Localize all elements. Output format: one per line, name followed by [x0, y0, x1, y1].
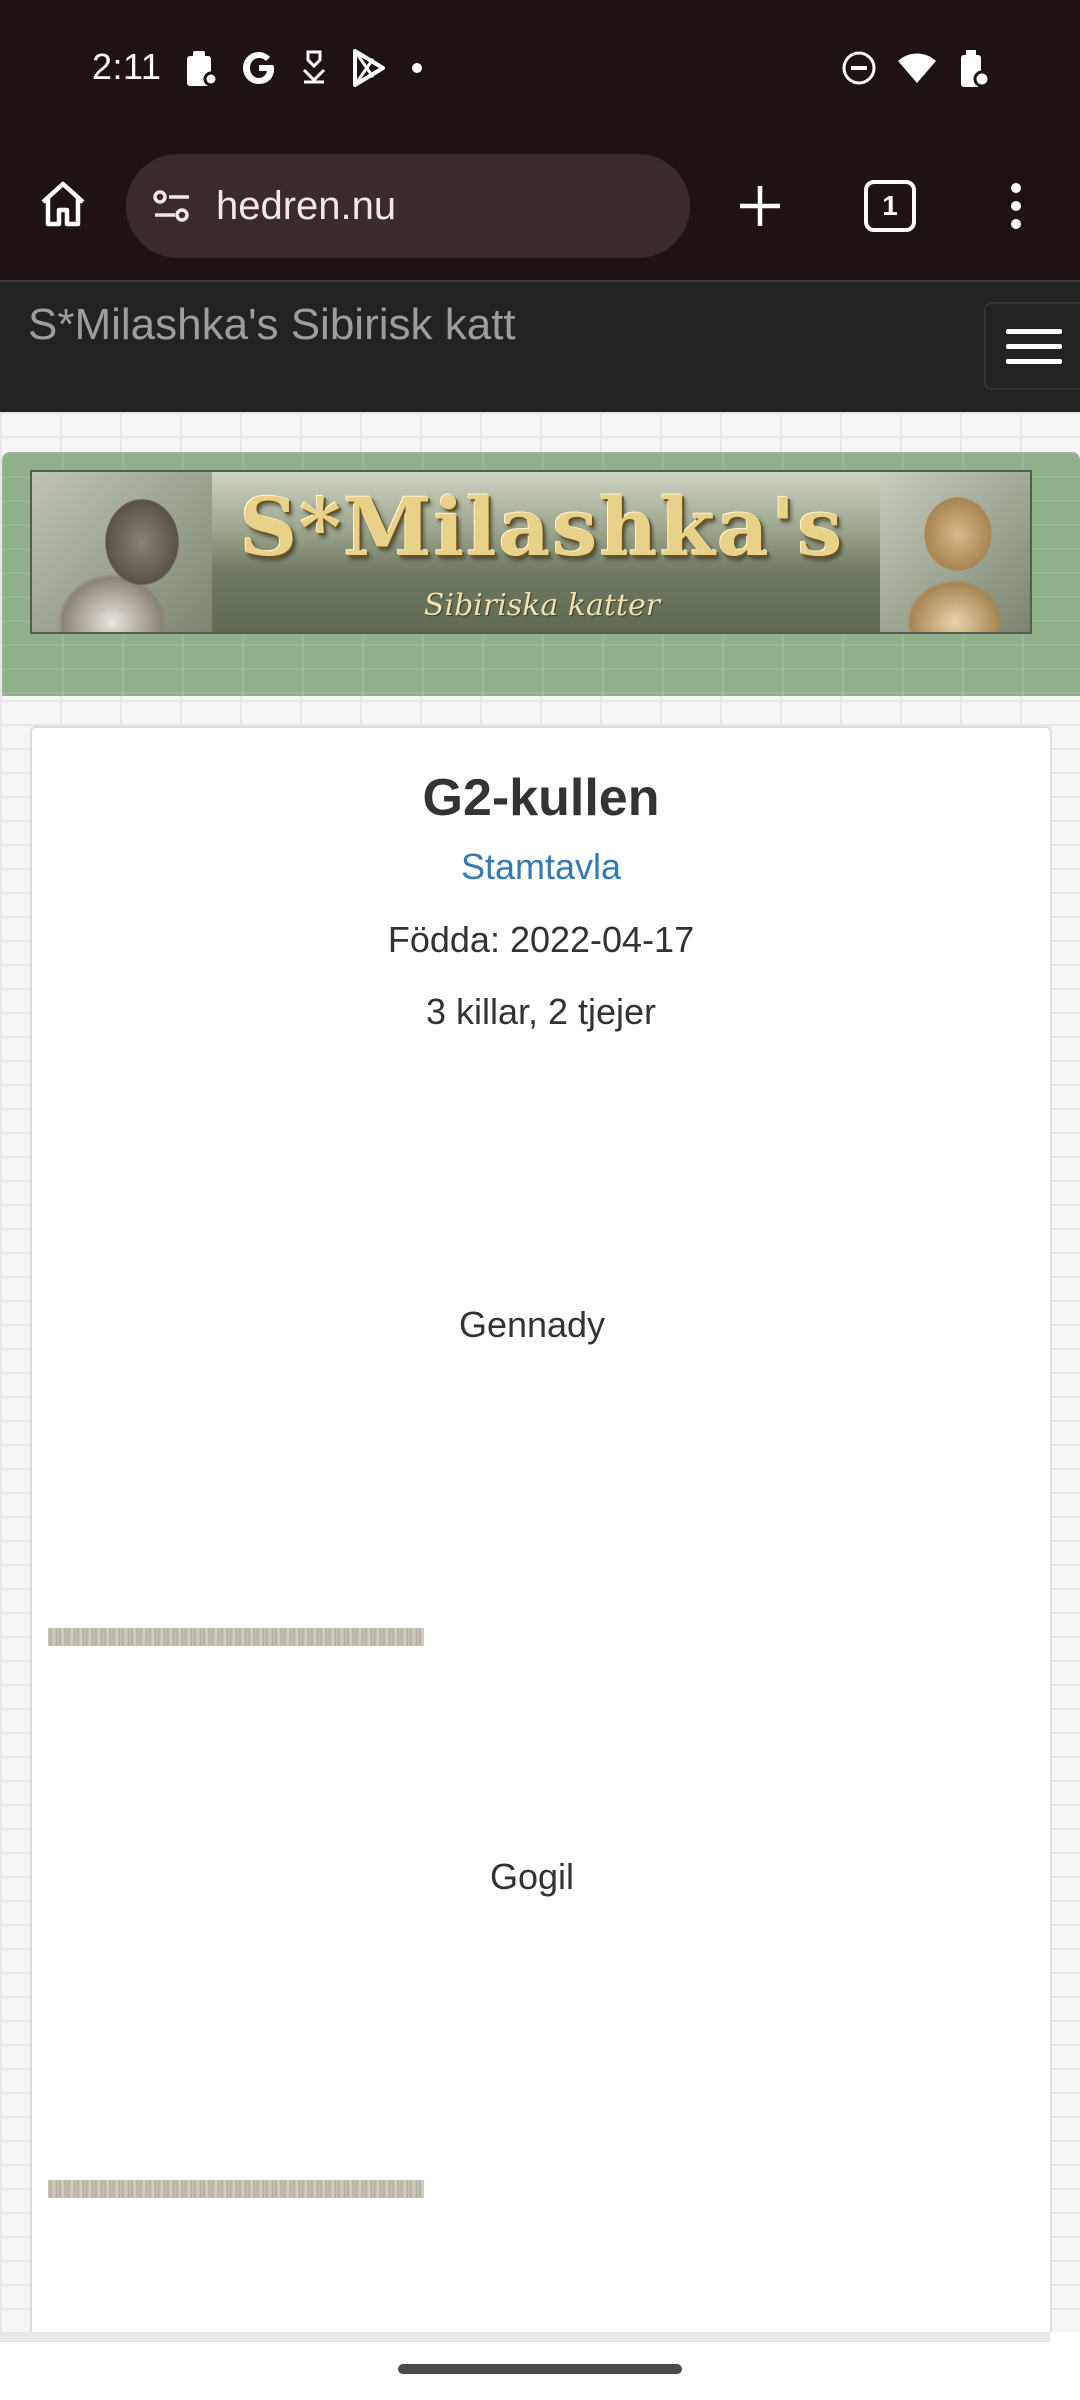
hamburger-line: [1006, 328, 1062, 334]
hamburger-line: [1006, 343, 1062, 349]
play-store-icon: [350, 48, 388, 88]
more-vert-icon: [1011, 183, 1021, 229]
site-settings-icon[interactable]: [148, 182, 196, 230]
url-text: hedren.nu: [216, 183, 397, 228]
status-bar: 2:11: [0, 0, 1080, 140]
site-brand-link[interactable]: S*Milashka's Sibirisk katt: [28, 300, 516, 350]
gesture-handle[interactable]: [398, 2364, 682, 2374]
new-tab-button[interactable]: [730, 176, 790, 236]
birth-date-text: Födda: 2022-04-17: [387, 919, 695, 960]
address-bar[interactable]: hedren.nu: [126, 154, 690, 258]
clipboard-icon: [184, 48, 218, 88]
navigation-bar: [0, 2332, 1080, 2400]
kitten-image[interactable]: [48, 1628, 424, 1646]
tab-count: 1: [882, 190, 898, 221]
site-banner-image: S*Milashka's Sibiriska katter: [30, 470, 1032, 634]
browser-toolbar: hedren.nu 1: [0, 140, 1080, 280]
home-button[interactable]: [34, 175, 92, 233]
download-arrow-icon: [300, 48, 328, 88]
home-icon: [41, 181, 85, 227]
horizontal-scrollbar[interactable]: [0, 2332, 1050, 2342]
browser-menu-button[interactable]: [992, 174, 1040, 238]
dot-icon: [410, 48, 424, 88]
hamburger-menu-button[interactable]: [984, 302, 1080, 390]
status-icons-left: [184, 46, 424, 90]
google-g-icon: [240, 48, 278, 88]
kitten-name: Gennady: [458, 1304, 606, 1345]
status-icons-right: [840, 46, 990, 90]
kitten-name: Gogil: [489, 1856, 575, 1897]
banner-cat-right-image: [880, 472, 1030, 632]
wifi-icon: [896, 49, 938, 87]
status-time: 2:11: [92, 46, 162, 87]
page-title: G2-kullen: [422, 769, 660, 827]
banner-subtitle: Sibiriska katter: [423, 588, 661, 623]
do-not-disturb-icon: [840, 49, 878, 87]
litter-summary-text: 3 killar, 2 tjejer: [425, 991, 657, 1032]
plus-icon: [740, 186, 780, 226]
hamburger-line: [1006, 358, 1062, 364]
site-navbar: S*Milashka's Sibirisk katt: [0, 280, 1080, 412]
kitten-image[interactable]: [48, 2180, 424, 2198]
battery-saver-icon: [956, 47, 990, 89]
pedigree-link[interactable]: Stamtavla: [32, 846, 1050, 888]
banner-title: S*Milashka's: [239, 480, 845, 574]
banner-cat-left-image: [32, 472, 212, 632]
litter-panel: G2-kullen Stamtavla Födda: 2022-04-17 3 …: [30, 726, 1052, 2342]
tab-switcher-button[interactable]: 1: [864, 180, 916, 232]
